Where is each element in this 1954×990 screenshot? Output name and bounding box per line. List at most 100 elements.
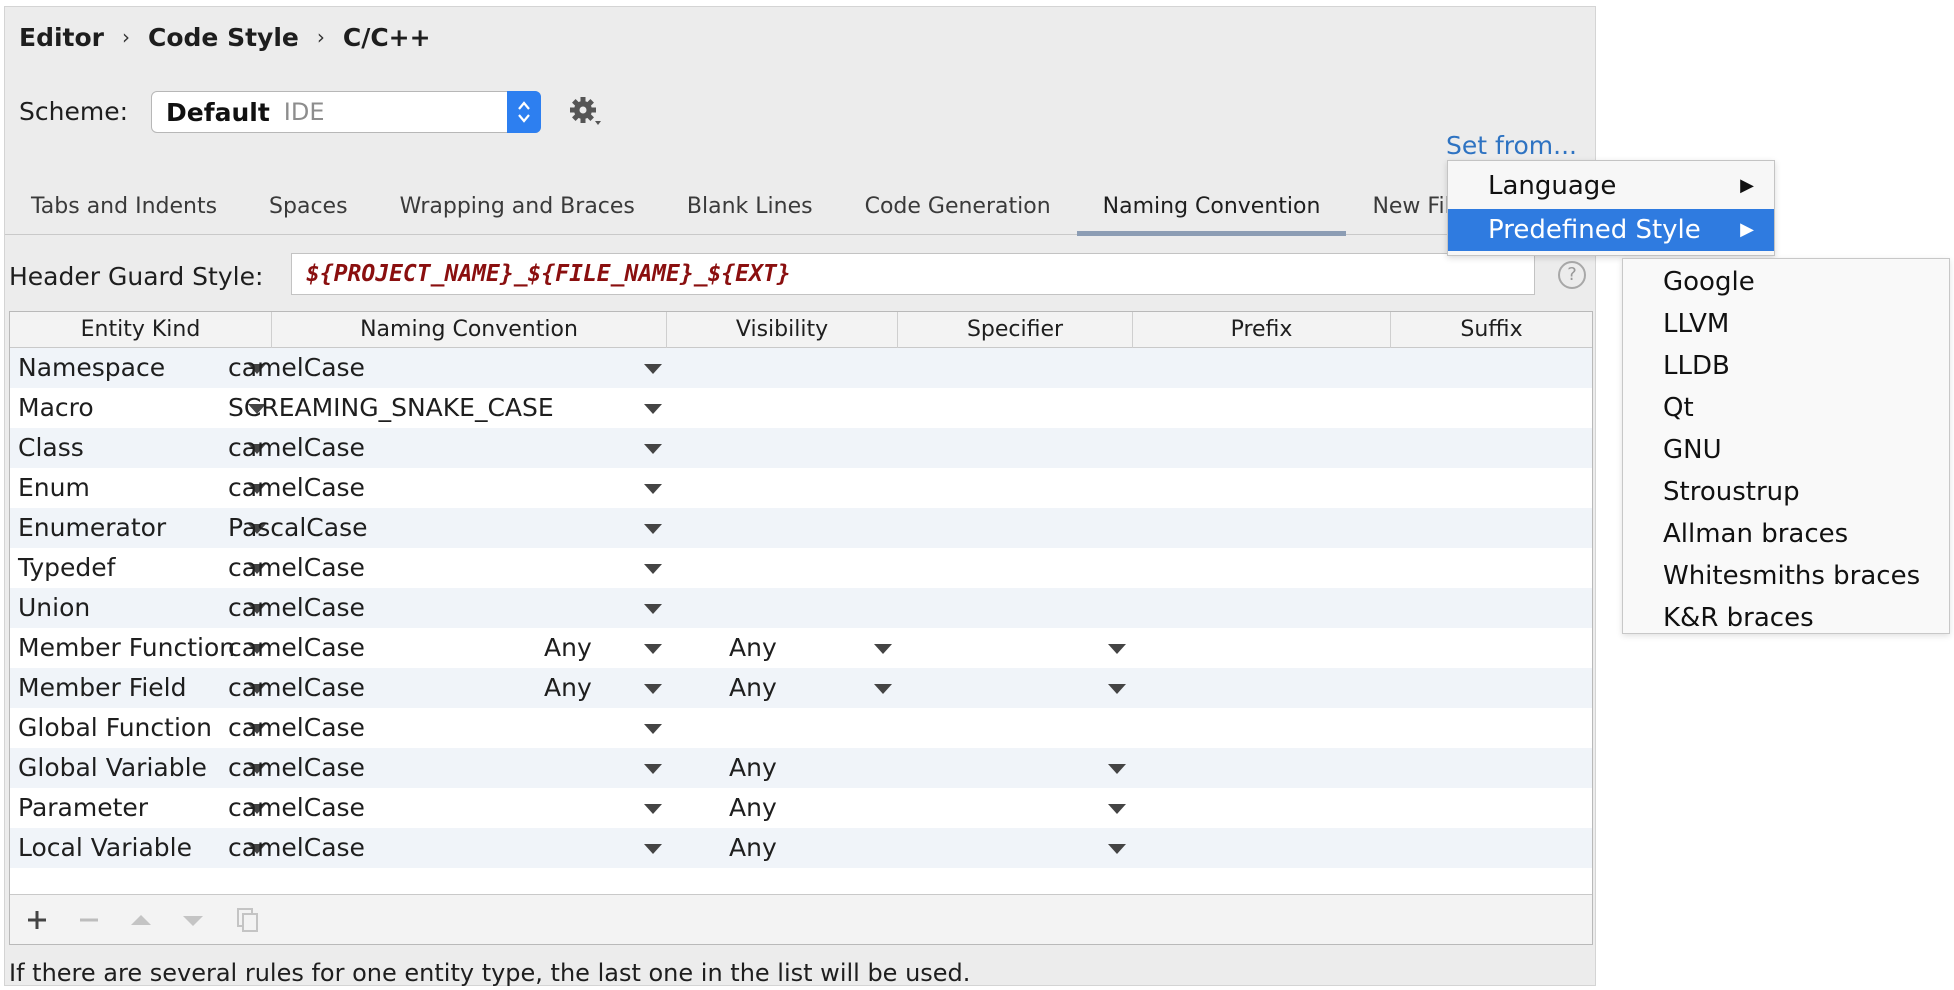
naming-convention-cell[interactable]: camelCase — [228, 348, 365, 388]
naming-convention-cell[interactable]: camelCase — [228, 788, 365, 828]
table-row[interactable]: Macro SCREAMING_SNAKE_CASE — [10, 388, 1592, 428]
dropdown-arrow-icon[interactable] — [642, 828, 662, 868]
dropdown-arrow-icon[interactable] — [1106, 628, 1126, 668]
submenu-item[interactable]: Whitesmiths braces — [1623, 555, 1949, 597]
move-up-icon[interactable] — [126, 905, 156, 935]
remove-icon[interactable] — [74, 905, 104, 935]
dropdown-arrow-icon[interactable] — [642, 508, 662, 548]
visibility-cell[interactable]: Any — [544, 668, 592, 708]
tab-spaces[interactable]: Spaces — [243, 179, 374, 234]
naming-convention-cell[interactable]: camelCase — [228, 828, 365, 868]
naming-convention-cell[interactable]: camelCase — [228, 628, 365, 668]
table-row[interactable]: Global Function camelCase — [10, 708, 1592, 748]
table-row[interactable]: Namespace camelCase — [10, 348, 1592, 388]
dropdown-arrow-icon[interactable] — [1106, 748, 1126, 788]
submenu-item[interactable]: LLVM — [1623, 303, 1949, 345]
entity-kind-cell[interactable]: Member Function — [18, 628, 235, 668]
entity-kind-cell[interactable]: Global Function — [18, 708, 212, 748]
header-guard-input[interactable]: ${PROJECT_NAME}_${FILE_NAME}_${EXT} — [291, 253, 1535, 295]
table-row[interactable]: Global Variable camelCase Any — [10, 748, 1592, 788]
entity-kind-cell[interactable]: Enumerator — [18, 508, 166, 548]
naming-convention-cell[interactable]: camelCase — [228, 428, 365, 468]
naming-convention-cell[interactable]: camelCase — [228, 748, 365, 788]
tab-tabs-and-indents[interactable]: Tabs and Indents — [5, 179, 243, 234]
dropdown-arrow-icon[interactable] — [1106, 788, 1126, 828]
move-down-icon[interactable] — [178, 905, 208, 935]
specifier-cell[interactable]: Any — [729, 828, 777, 868]
naming-convention-cell[interactable]: camelCase — [228, 468, 365, 508]
dropdown-arrow-icon[interactable] — [642, 668, 662, 708]
column-header-entity-kind[interactable]: Entity Kind — [10, 312, 272, 348]
menu-item-language[interactable]: Language ▶ — [1448, 165, 1774, 207]
table-row[interactable]: Enumerator PascalCase — [10, 508, 1592, 548]
tab-wrapping-and-braces[interactable]: Wrapping and Braces — [374, 179, 661, 234]
naming-convention-cell[interactable]: SCREAMING_SNAKE_CASE — [228, 388, 554, 428]
add-icon[interactable] — [22, 905, 52, 935]
specifier-cell[interactable]: Any — [729, 788, 777, 828]
help-icon[interactable]: ? — [1558, 261, 1586, 289]
copy-icon[interactable] — [232, 905, 262, 935]
dropdown-arrow-icon[interactable] — [642, 468, 662, 508]
table-row[interactable]: Parameter camelCase Any — [10, 788, 1592, 828]
dropdown-arrow-icon[interactable] — [642, 428, 662, 468]
dropdown-arrow-icon[interactable] — [1106, 828, 1126, 868]
naming-convention-cell[interactable]: PascalCase — [228, 508, 368, 548]
column-header-naming-convention[interactable]: Naming Convention — [272, 312, 667, 348]
breadcrumb-item-editor[interactable]: Editor — [19, 23, 104, 52]
scheme-select[interactable]: Default IDE — [151, 91, 541, 133]
submenu-item[interactable]: LLDB — [1623, 345, 1949, 387]
naming-convention-cell[interactable]: camelCase — [228, 708, 365, 748]
submenu-item[interactable]: K&R braces — [1623, 597, 1949, 639]
table-row[interactable]: Enum camelCase — [10, 468, 1592, 508]
entity-kind-cell[interactable]: Macro — [18, 388, 94, 428]
dropdown-arrow-icon[interactable] — [642, 628, 662, 668]
submenu-item[interactable]: GNU — [1623, 429, 1949, 471]
dropdown-arrow-icon[interactable] — [642, 548, 662, 588]
table-row[interactable]: Member Field camelCase Any Any — [10, 668, 1592, 708]
submenu-item[interactable]: Stroustrup — [1623, 471, 1949, 513]
submenu-item[interactable]: Google — [1623, 261, 1949, 303]
naming-convention-cell[interactable]: camelCase — [228, 668, 365, 708]
dropdown-arrow-icon[interactable] — [642, 788, 662, 828]
set-from-link[interactable]: Set from... — [1446, 131, 1577, 160]
tab-naming-convention[interactable]: Naming Convention — [1076, 179, 1347, 236]
gear-icon[interactable] — [567, 93, 611, 131]
column-header-prefix[interactable]: Prefix — [1133, 312, 1391, 348]
menu-item-predefined-style[interactable]: Predefined Style ▶ — [1448, 209, 1774, 251]
specifier-cell[interactable]: Any — [729, 748, 777, 788]
table-row[interactable]: Union camelCase — [10, 588, 1592, 628]
specifier-cell[interactable]: Any — [729, 668, 777, 708]
submenu-item[interactable]: Qt — [1623, 387, 1949, 429]
table-row[interactable]: Typedef camelCase — [10, 548, 1592, 588]
entity-kind-cell[interactable]: Union — [18, 588, 90, 628]
column-header-suffix[interactable]: Suffix — [1391, 312, 1592, 348]
entity-kind-cell[interactable]: Global Variable — [18, 748, 207, 788]
dropdown-arrow-icon[interactable] — [642, 348, 662, 388]
dropdown-arrow-icon[interactable] — [642, 748, 662, 788]
dropdown-arrow-icon[interactable] — [642, 708, 662, 748]
entity-kind-cell[interactable]: Member Field — [18, 668, 186, 708]
entity-kind-cell[interactable]: Enum — [18, 468, 90, 508]
dropdown-arrow-icon[interactable] — [642, 588, 662, 628]
specifier-cell[interactable]: Any — [729, 628, 777, 668]
tab-code-generation[interactable]: Code Generation — [839, 179, 1077, 234]
breadcrumb-item-code-style[interactable]: Code Style — [148, 23, 299, 52]
dropdown-arrow-icon[interactable] — [642, 388, 662, 428]
submenu-item[interactable]: Allman braces — [1623, 513, 1949, 555]
entity-kind-cell[interactable]: Parameter — [18, 788, 148, 828]
naming-convention-cell[interactable]: camelCase — [228, 588, 365, 628]
table-row[interactable]: Member Function camelCase Any Any — [10, 628, 1592, 668]
dropdown-arrow-icon[interactable] — [1106, 668, 1126, 708]
entity-kind-cell[interactable]: Local Variable — [18, 828, 192, 868]
column-header-specifier[interactable]: Specifier — [898, 312, 1133, 348]
entity-kind-cell[interactable]: Typedef — [18, 548, 115, 588]
visibility-cell[interactable]: Any — [544, 628, 592, 668]
entity-kind-cell[interactable]: Class — [18, 428, 84, 468]
naming-convention-cell[interactable]: camelCase — [228, 548, 365, 588]
dropdown-arrow-icon[interactable] — [872, 668, 892, 708]
dropdown-arrow-icon[interactable] — [872, 628, 892, 668]
table-row[interactable]: Local Variable camelCase Any — [10, 828, 1592, 868]
table-row[interactable]: Class camelCase — [10, 428, 1592, 468]
column-header-visibility[interactable]: Visibility — [667, 312, 898, 348]
entity-kind-cell[interactable]: Namespace — [18, 348, 165, 388]
